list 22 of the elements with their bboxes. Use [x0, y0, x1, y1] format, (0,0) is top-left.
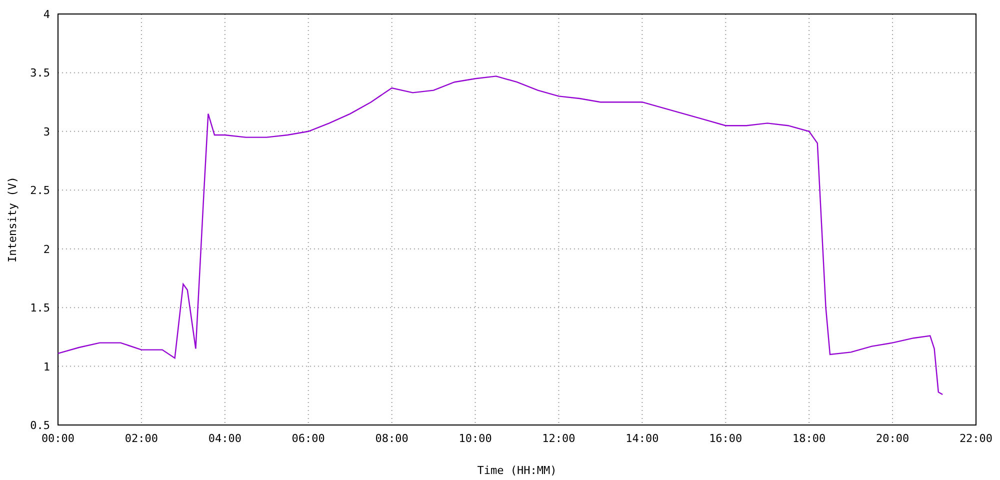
- y-tick-label: 2.5: [30, 184, 50, 198]
- y-tick-label: 1.5: [30, 302, 50, 315]
- x-tick-label: 16:00: [709, 432, 742, 445]
- x-tick-label: 18:00: [792, 432, 826, 445]
- x-tick-label: 20:00: [876, 432, 910, 445]
- y-tick-label: 3.5: [30, 66, 50, 80]
- y-tick-label: 0.5: [30, 419, 50, 432]
- y-tick-label: 1: [43, 360, 50, 374]
- x-axis-label: Time (HH:MM): [477, 464, 557, 477]
- y-axis-label: Intensity (V): [6, 176, 19, 263]
- x-tick-label: 10:00: [458, 432, 492, 445]
- x-tick-label: 14:00: [626, 432, 659, 445]
- y-tick-label: 2: [43, 242, 50, 256]
- y-tick-label: 4: [43, 8, 50, 21]
- x-tick-label: 06:00: [292, 432, 325, 445]
- x-tick-label: 00:00: [41, 432, 75, 445]
- x-tick-label: 04:00: [208, 432, 242, 445]
- x-tick-label: 22:00: [959, 432, 993, 445]
- x-tick-label: 02:00: [124, 432, 158, 445]
- x-tick-label: 08:00: [375, 432, 408, 445]
- x-tick-label: 12:00: [542, 432, 576, 445]
- y-tick-label: 3: [43, 125, 50, 138]
